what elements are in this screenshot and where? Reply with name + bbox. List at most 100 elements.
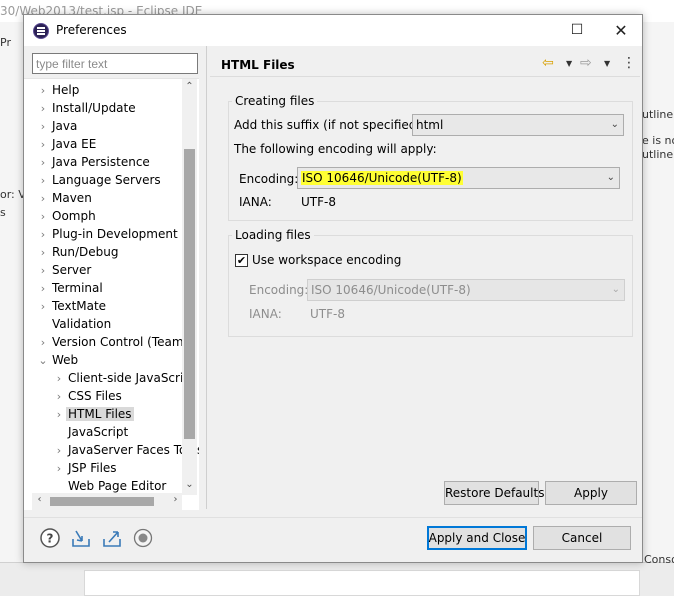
scroll-up-icon[interactable]: ⌃ [182, 81, 197, 92]
ide-left-fragment: Pr [0, 36, 11, 49]
preferences-tree: › Help › Install/Update › Java › Java EE › Java P… [24, 78, 199, 510]
loading-encoding-combo: ISO 10646/Unicode(UTF-8) ⌄ [307, 279, 625, 301]
back-arrow-icon[interactable]: ⇦ [542, 55, 554, 71]
suffix-combo[interactable]: html ⌄ [412, 114, 624, 136]
chevron-right-icon[interactable]: › [52, 460, 66, 478]
loading-iana-value: UTF-8 [310, 307, 345, 321]
dialog-titlebar: Preferences ☐ ✕ [24, 15, 642, 46]
tree-item-label: Plug-in Development [52, 227, 178, 241]
tree-item[interactable]: › Run/Debug [36, 243, 121, 261]
tree-item[interactable]: › CSS Files [52, 387, 124, 405]
tree-item[interactable]: › Version Control (Team) [36, 333, 190, 351]
chevron-down-icon: ⌄ [606, 172, 615, 183]
chevron-down-icon[interactable]: ⌄ [36, 352, 50, 370]
chevron-right-icon[interactable]: › [36, 100, 50, 118]
chevron-right-icon[interactable]: › [36, 154, 50, 172]
ide-console-tab: Conso [644, 553, 674, 566]
tree-item-label: Client-side JavaScript [68, 371, 196, 385]
panel-divider[interactable] [206, 46, 207, 509]
tree-item-label: Java [52, 119, 78, 133]
tree-item[interactable]: › HTML Files [52, 405, 134, 423]
cancel-button[interactable]: Cancel [533, 526, 631, 550]
forward-dropdown-icon[interactable]: ▼ [604, 59, 610, 68]
eclipse-icon [33, 23, 49, 39]
view-menu-icon[interactable]: ⋮ [622, 55, 636, 71]
scroll-down-icon[interactable]: ⌄ [182, 479, 197, 490]
tree-item[interactable]: › JavaServer Faces Tools [52, 441, 199, 459]
loading-files-title: Loading files [232, 228, 314, 242]
tree-item[interactable]: › Java [36, 117, 79, 135]
ide-left-fragment: s [0, 206, 6, 219]
tree-item[interactable]: › Java EE [36, 135, 98, 153]
use-workspace-label[interactable]: Use workspace encoding [252, 253, 401, 267]
tree-item[interactable]: › Install/Update [36, 99, 138, 117]
tree-item[interactable]: › Oomph [36, 207, 98, 225]
encoding-combo[interactable]: ISO 10646/Unicode(UTF-8) ⌄ [297, 167, 620, 189]
chevron-right-icon[interactable]: › [52, 406, 66, 424]
ide-right-fragment: e is no [642, 134, 674, 147]
filter-input[interactable] [32, 53, 198, 74]
tree-item[interactable]: › TextMate [36, 297, 108, 315]
tree-item[interactable]: › Help [36, 81, 81, 99]
ide-right-fragment: utline [642, 108, 674, 121]
chevron-right-icon[interactable]: › [36, 262, 50, 280]
chevron-right-icon[interactable]: › [52, 442, 66, 460]
chevron-right-icon[interactable]: › [36, 190, 50, 208]
tree-item-label: Server [52, 263, 92, 277]
chevron-right-icon[interactable]: › [52, 388, 66, 406]
tree-item[interactable]: › Terminal [36, 279, 105, 297]
chevron-right-icon[interactable]: › [52, 370, 66, 388]
tree-item[interactable]: › Maven [36, 189, 94, 207]
tree-item[interactable]: › Language Servers [36, 171, 163, 189]
chevron-right-icon[interactable]: › [36, 172, 50, 190]
restore-defaults-button[interactable]: Restore Defaults [444, 481, 544, 505]
encoding-note: The following encoding will apply: [234, 142, 437, 156]
tree-item-label: Validation [52, 317, 112, 331]
tree-item[interactable]: JavaScript [52, 423, 130, 441]
encoding-label: Encoding: [239, 172, 299, 186]
tree-item[interactable]: › Java Persistence [36, 153, 152, 171]
forward-arrow-icon[interactable]: ⇨ [580, 55, 592, 71]
bottom-separator [24, 517, 642, 518]
export-icon[interactable] [101, 527, 123, 549]
record-icon[interactable] [132, 527, 154, 549]
scrollbar-thumb[interactable] [184, 149, 195, 439]
chevron-right-icon[interactable]: › [36, 244, 50, 262]
chevron-right-icon[interactable]: › [36, 226, 50, 244]
chevron-right-icon[interactable]: › [36, 208, 50, 226]
tree-vertical-scrollbar[interactable]: ⌃ ⌄ [182, 79, 197, 495]
tree-item-label: JSP Files [68, 461, 117, 475]
chevron-right-icon[interactable]: › [36, 136, 50, 154]
tree-item-label: Java Persistence [52, 155, 150, 169]
tree-item[interactable]: Validation [36, 315, 113, 333]
scroll-right-icon[interactable]: › [168, 494, 183, 505]
tree-item[interactable]: › Plug-in Development [36, 225, 180, 243]
tree-item-label: TextMate [52, 299, 107, 313]
page-title: HTML Files [221, 58, 295, 72]
chevron-right-icon[interactable]: › [36, 82, 50, 100]
suffix-value: html [416, 118, 444, 132]
ide-left-panel [0, 22, 24, 596]
import-icon[interactable] [70, 527, 92, 549]
back-dropdown-icon[interactable]: ▼ [566, 59, 572, 68]
apply-and-close-button[interactable]: Apply and Close [427, 526, 527, 550]
tree-item[interactable]: › JSP Files [52, 459, 119, 477]
tree-item-label: Help [52, 83, 80, 97]
tree-item[interactable]: › Server [36, 261, 93, 279]
apply-button[interactable]: Apply [545, 481, 637, 505]
chevron-right-icon[interactable]: › [36, 334, 50, 352]
tree-horizontal-scrollbar[interactable]: ‹ › [32, 493, 182, 510]
tree-item[interactable]: ⌄ Web [36, 351, 80, 369]
chevron-right-icon[interactable]: › [36, 118, 50, 136]
chevron-right-icon[interactable]: › [36, 280, 50, 298]
tree-item-label: Language Servers [52, 173, 161, 187]
maximize-button[interactable]: ☐ [554, 15, 600, 46]
use-workspace-checkbox[interactable]: ✔ [235, 254, 248, 267]
suffix-label: Add this suffix (if not specified): [234, 118, 426, 132]
close-button[interactable]: ✕ [598, 15, 644, 46]
scroll-left-icon[interactable]: ‹ [32, 494, 47, 505]
help-icon[interactable]: ? [39, 527, 61, 549]
chevron-right-icon[interactable]: › [36, 298, 50, 316]
scrollbar-thumb[interactable] [50, 497, 154, 506]
tree-item[interactable]: › Client-side JavaScript [52, 369, 198, 387]
